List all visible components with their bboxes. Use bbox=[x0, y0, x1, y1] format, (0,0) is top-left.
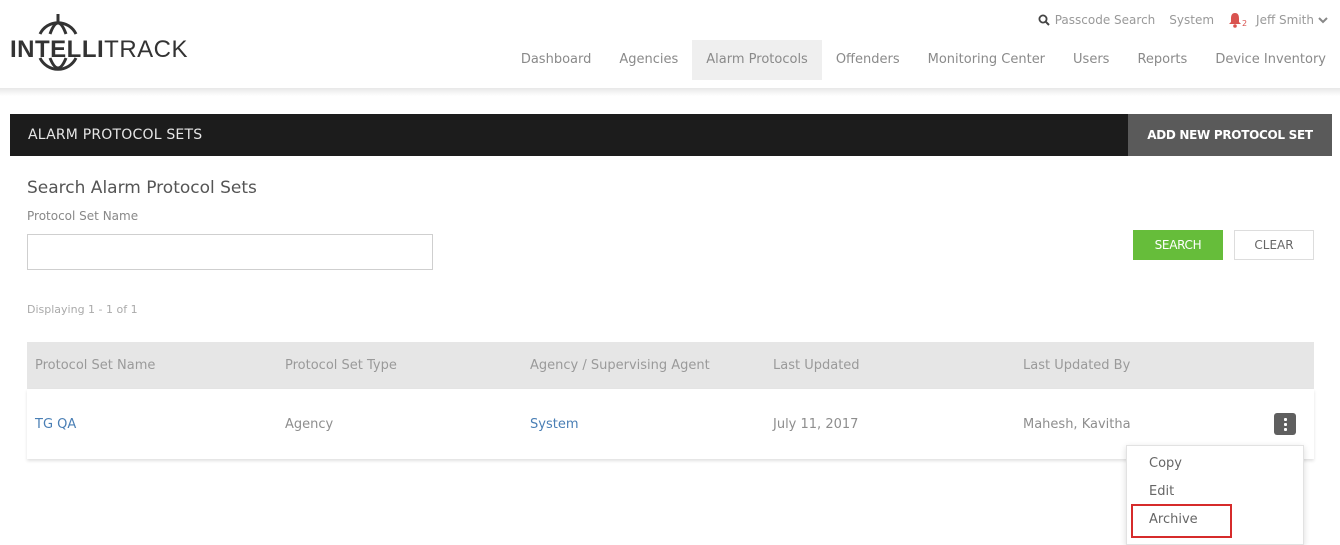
brand-name: INTELLITRACK bbox=[10, 36, 188, 63]
agency-link[interactable]: System bbox=[522, 389, 765, 459]
nav-users[interactable]: Users bbox=[1059, 40, 1123, 80]
nav-device-inventory[interactable]: Device Inventory bbox=[1201, 40, 1340, 80]
main-nav: Dashboard Agencies Alarm Protocols Offen… bbox=[507, 40, 1340, 80]
nav-reports[interactable]: Reports bbox=[1123, 40, 1201, 80]
results-table: Protocol Set Name Protocol Set Type Agen… bbox=[27, 342, 1314, 459]
clear-button[interactable]: CLEAR bbox=[1234, 230, 1314, 260]
column-header-last-updated[interactable]: Last Updated bbox=[765, 342, 1015, 389]
add-new-protocol-set-button[interactable]: ADD NEW PROTOCOL SET bbox=[1128, 114, 1332, 156]
search-button[interactable]: SEARCH bbox=[1133, 230, 1223, 260]
passcode-search-link[interactable]: Passcode Search bbox=[1038, 13, 1156, 27]
passcode-search-label: Passcode Search bbox=[1054, 13, 1156, 27]
chevron-down-icon bbox=[1318, 17, 1328, 24]
kebab-dot-icon bbox=[1283, 422, 1287, 426]
user-name: Jeff Smith bbox=[1256, 13, 1314, 27]
column-header-agency[interactable]: Agency / Supervising Agent bbox=[522, 342, 765, 389]
kebab-dot-icon bbox=[1283, 417, 1287, 421]
user-menu[interactable]: Jeff Smith bbox=[1256, 13, 1328, 27]
table-header: Protocol Set Name Protocol Set Type Agen… bbox=[27, 342, 1314, 389]
column-header-last-updated-by[interactable]: Last Updated By bbox=[1015, 342, 1314, 389]
results-count: Displaying 1 - 1 of 1 bbox=[27, 303, 138, 316]
search-icon bbox=[1038, 14, 1050, 26]
header-divider bbox=[0, 88, 1340, 96]
column-header-protocol-set-name[interactable]: Protocol Set Name bbox=[27, 342, 277, 389]
column-header-protocol-set-type[interactable]: Protocol Set Type bbox=[277, 342, 522, 389]
nav-monitoring-center[interactable]: Monitoring Center bbox=[914, 40, 1059, 80]
protocol-set-name-input[interactable] bbox=[27, 234, 433, 270]
bell-icon bbox=[1229, 13, 1242, 28]
nav-agencies[interactable]: Agencies bbox=[605, 40, 692, 80]
notifications-bell[interactable]: 2 bbox=[1228, 12, 1247, 28]
nav-alarm-protocols[interactable]: Alarm Protocols bbox=[692, 40, 822, 80]
top-utility-bar: Passcode Search System 2 Jeff Smith bbox=[1038, 12, 1328, 28]
kebab-dot-icon bbox=[1283, 427, 1287, 431]
menu-item-archive[interactable]: Archive bbox=[1149, 512, 1198, 527]
protocol-set-name-link[interactable]: TG QA bbox=[27, 389, 277, 459]
menu-item-copy[interactable]: Copy bbox=[1149, 456, 1182, 471]
notification-count: 2 bbox=[1242, 19, 1248, 28]
nav-dashboard[interactable]: Dashboard bbox=[507, 40, 606, 80]
section-header-bar: ALARM PROTOCOL SETS ADD NEW PROTOCOL SET bbox=[10, 114, 1332, 156]
protocol-set-type: Agency bbox=[285, 416, 334, 432]
row-actions-menu: Copy Edit Archive bbox=[1126, 445, 1304, 545]
system-link[interactable]: System bbox=[1169, 13, 1214, 27]
table-row: TG QA Agency System July 11, 2017 Mahesh… bbox=[27, 389, 1314, 459]
protocol-set-name-label: Protocol Set Name bbox=[27, 209, 139, 223]
section-title: ALARM PROTOCOL SETS bbox=[28, 127, 203, 143]
intellitrack-logo[interactable]: INTELLITRACK bbox=[10, 8, 190, 74]
search-title: Search Alarm Protocol Sets bbox=[27, 178, 257, 198]
row-actions-button[interactable] bbox=[1274, 413, 1296, 435]
menu-item-edit[interactable]: Edit bbox=[1149, 484, 1174, 499]
last-updated: July 11, 2017 bbox=[773, 416, 859, 432]
nav-offenders[interactable]: Offenders bbox=[822, 40, 914, 80]
